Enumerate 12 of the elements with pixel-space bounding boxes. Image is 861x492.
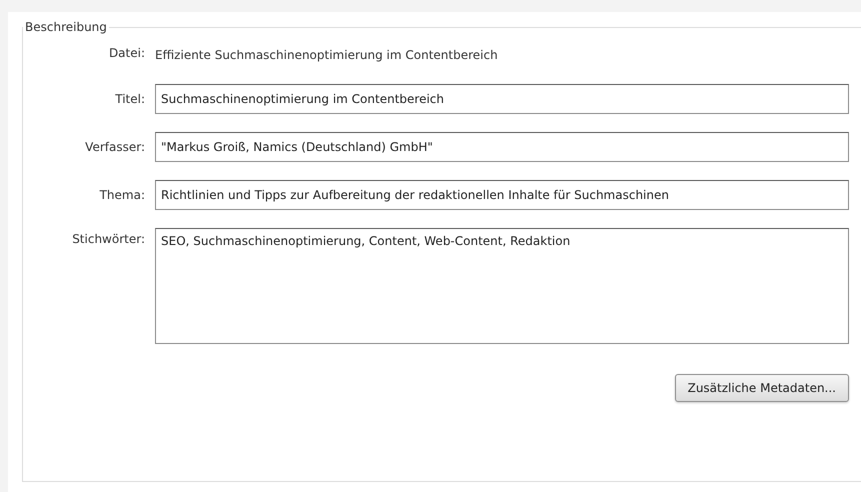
input-field[interactable]: Richtlinien und Tipps zur Aufbereitung der redaktionellen Inhalte für Suchmaschinen bbox=[155, 180, 849, 210]
field-label: Verfasser: bbox=[84, 140, 145, 154]
field-label: Datei: bbox=[108, 46, 145, 60]
metadata-button[interactable]: Zusätzliche Metadaten... bbox=[674, 374, 849, 402]
field-label: Thema: bbox=[98, 188, 145, 202]
group-title: Beschreibung bbox=[24, 20, 108, 34]
input-field[interactable]: "Markus Groiß, Namics (Deutschland) GmbH" bbox=[155, 132, 849, 162]
input-field[interactable]: Suchmaschinenoptimierung im Contentbereich bbox=[155, 84, 849, 114]
keywords-field[interactable]: SEO, Suchmaschinenoptimierung, Content, Web-Content, Redaktion bbox=[155, 228, 849, 344]
field-label: Titel: bbox=[114, 92, 145, 106]
file-name: Effiziente Suchmaschinenoptimierung im Contentbereich bbox=[155, 47, 499, 64]
field-label: Stichwörter: bbox=[71, 231, 145, 246]
